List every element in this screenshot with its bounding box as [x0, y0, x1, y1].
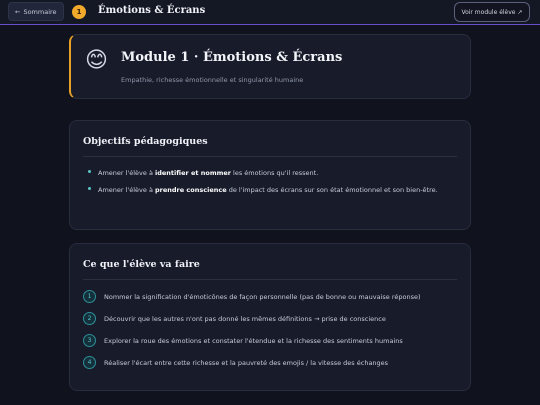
activity-text: Réaliser l'écart entre cette richesse et…: [104, 359, 389, 367]
step-number-badge: 4: [83, 356, 96, 369]
objective-text: Amener l'élève à: [98, 169, 155, 177]
activity-item: 3 Explorer la roue des émotions et const…: [83, 334, 463, 348]
objective-text: de l'impact des écrans sur son état émot…: [226, 186, 438, 194]
smiley-emoji-icon: 😊: [85, 48, 108, 73]
module-header-card: 😊 Module 1 · Émotions & Écrans Empathie,…: [69, 34, 471, 99]
activity-item: 2 Découvrir que les autres n'ont pas don…: [83, 312, 463, 326]
activity-text: Explorer la roue des émotions et constat…: [104, 337, 403, 345]
view-student-module-button[interactable]: Voir module élève ↗: [454, 2, 530, 22]
back-button-label: Sommaire: [23, 7, 57, 16]
activity-item: 4 Réaliser l'écart entre cette richesse …: [83, 356, 463, 370]
objective-text: Amener l'élève à: [98, 186, 155, 194]
activity-text: Nommer la signification d'émoticônes de …: [104, 293, 421, 301]
divider: [83, 279, 457, 280]
objective-item: Amener l'élève à prendre conscience de l…: [88, 185, 448, 195]
student-button-label: Voir module élève: [461, 8, 516, 16]
objective-text: les émotions qu'il ressent.: [230, 169, 319, 177]
step-number-badge: 1: [83, 290, 96, 303]
step-badge: 1: [72, 5, 86, 19]
step-number-badge: 2: [83, 312, 96, 325]
bullet-icon: [88, 187, 91, 190]
activity-text: Découvrir que les autres n'ont pas donné…: [104, 315, 386, 323]
step-number-badge: 3: [83, 334, 96, 347]
activity-item: 1 Nommer la signification d'émoticônes d…: [83, 290, 463, 304]
bullet-icon: [88, 170, 91, 173]
objectives-title: Objectifs pédagogiques: [83, 136, 208, 147]
objective-item: Amener l'élève à identifier et nommer le…: [88, 168, 448, 178]
activities-title: Ce que l'élève va faire: [83, 259, 200, 270]
divider: [83, 156, 457, 157]
page-title: Émotions & Écrans: [98, 5, 206, 16]
back-to-summary-button[interactable]: ← Sommaire: [8, 2, 64, 21]
top-bar: ← Sommaire 1 Émotions & Écrans Voir modu…: [0, 0, 540, 25]
external-link-icon: ↗: [517, 8, 523, 16]
objective-emphasis: identifier et nommer: [155, 169, 231, 177]
objectives-card: Objectifs pédagogiques Amener l'élève à …: [69, 120, 471, 230]
module-title: Module 1 · Émotions & Écrans: [121, 50, 343, 65]
module-subtitle: Empathie, richesse émotionnelle et singu…: [121, 76, 304, 84]
arrow-left-icon: ←: [15, 7, 21, 16]
activities-card: Ce que l'élève va faire 1 Nommer la sign…: [69, 243, 471, 391]
objective-emphasis: prendre conscience: [155, 186, 227, 194]
